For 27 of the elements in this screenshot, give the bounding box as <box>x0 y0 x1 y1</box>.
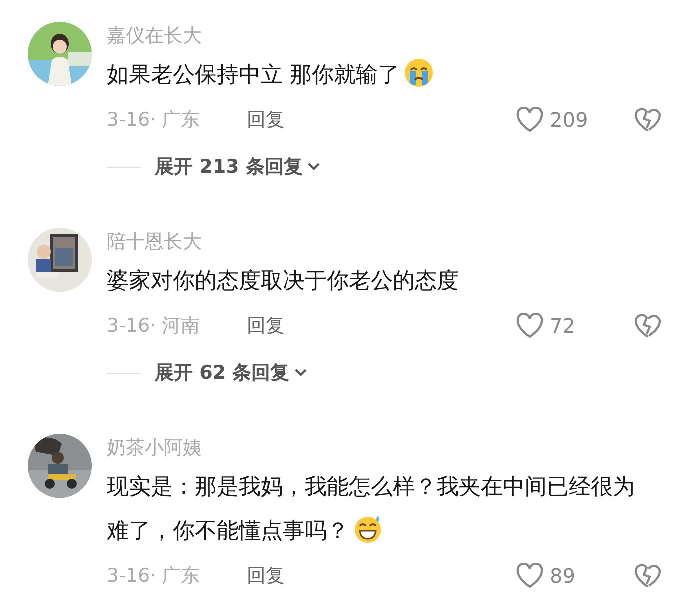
reply-button[interactable]: 回复 <box>247 313 285 339</box>
broken-heart-icon[interactable] <box>634 107 662 133</box>
chevron-down-icon[interactable] <box>306 162 321 172</box>
comment-text: 婆家对你的态度取决于你老公的态度 <box>107 268 460 296</box>
like-button[interactable]: 209 <box>516 107 596 133</box>
chevron-down-icon[interactable] <box>294 368 308 378</box>
like-button[interactable]: 72 <box>516 313 596 339</box>
broken-heart-icon[interactable] <box>634 563 662 589</box>
broken-heart-icon[interactable] <box>634 313 662 339</box>
comment-date-location: 3-16· 广东 <box>107 564 202 589</box>
grinning-sweat-icon <box>353 514 383 544</box>
like-button[interactable]: 89 <box>516 563 596 589</box>
expand-replies-button[interactable]: 展开 62 条回复 <box>155 360 308 386</box>
comment-date-location: 3-16· 河南 <box>107 314 202 339</box>
crying-face-icon <box>404 58 434 88</box>
username[interactable]: 陪十恩长大 <box>107 226 202 258</box>
reply-button[interactable]: 回复 <box>247 563 285 589</box>
comment-text: 现实是：那是我妈，我能怎么样？我夹在中间已经很为难了，你不能懂点事吗？ <box>107 474 636 546</box>
reply-button[interactable]: 回复 <box>247 107 285 133</box>
username[interactable]: 奶茶小阿姨 <box>107 432 202 464</box>
heart-icon[interactable] <box>516 107 544 133</box>
expand-replies-button[interactable]: 展开 213 条回复 <box>155 154 321 180</box>
comment-date-location: 3-16· 广东 <box>107 108 202 133</box>
heart-icon[interactable] <box>516 313 544 339</box>
heart-icon[interactable] <box>516 563 544 589</box>
username[interactable]: 嘉仪在长大 <box>107 20 202 52</box>
comment-text: 如果老公保持中立 那你就输了 <box>107 54 655 98</box>
